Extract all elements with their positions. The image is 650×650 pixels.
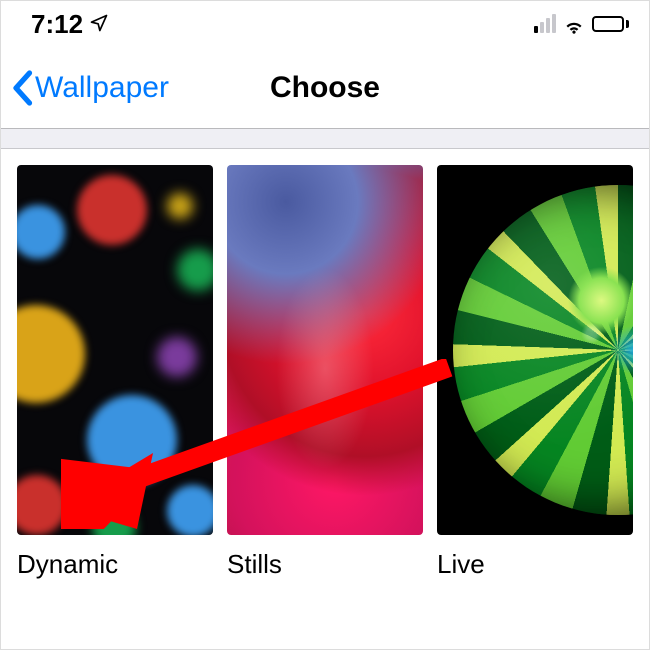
category-live[interactable]: Live: [437, 165, 633, 580]
screen: 7:12 Wallpaper Choose: [0, 0, 650, 650]
status-left: 7:12: [31, 9, 109, 40]
category-label: Live: [437, 549, 633, 580]
thumbnail-live: [437, 165, 633, 535]
thumbnail-dynamic: [17, 165, 213, 535]
category-stills[interactable]: Stills: [227, 165, 423, 580]
nav-bar: Wallpaper Choose: [1, 47, 649, 129]
category-dynamic[interactable]: Dynamic: [17, 165, 213, 580]
chevron-left-icon: [11, 70, 33, 106]
battery-icon: [592, 16, 629, 32]
status-right: [534, 13, 629, 35]
location-arrow-icon: [89, 9, 109, 40]
back-button[interactable]: Wallpaper: [11, 70, 169, 106]
section-separator: [1, 129, 649, 149]
status-time: 7:12: [31, 9, 83, 40]
thumbnail-stills: [227, 165, 423, 535]
cellular-signal-icon: [534, 15, 556, 33]
category-label: Dynamic: [17, 549, 213, 580]
wifi-icon: [563, 13, 585, 35]
wallpaper-categories: Dynamic Stills Live: [1, 149, 649, 580]
status-bar: 7:12: [1, 1, 649, 47]
category-label: Stills: [227, 549, 423, 580]
back-label: Wallpaper: [35, 71, 169, 105]
